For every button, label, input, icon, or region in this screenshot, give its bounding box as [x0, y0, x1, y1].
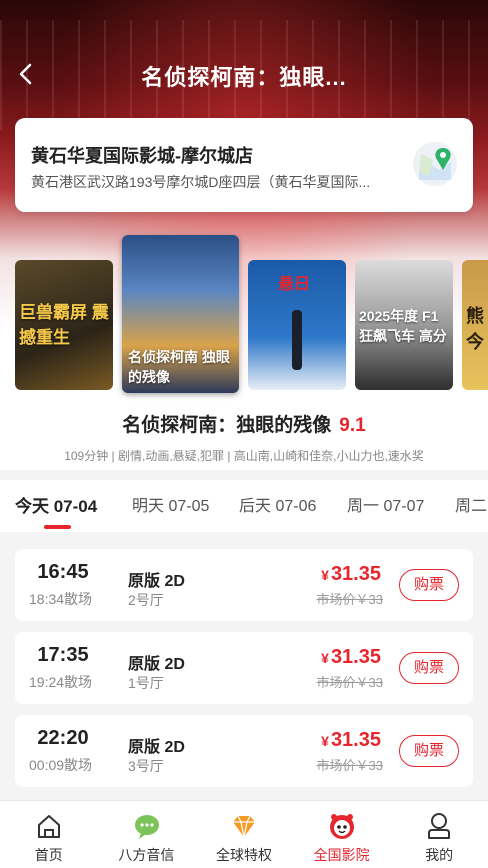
cinema-mascot-icon: [329, 814, 354, 839]
hall: 3号厅: [128, 758, 164, 774]
nav-privileges[interactable]: 全球特权: [195, 801, 293, 868]
nav-messages[interactable]: 八方音信: [98, 801, 196, 868]
buy-ticket-button[interactable]: 购票: [399, 735, 459, 767]
market-price: 市场价￥33: [316, 592, 383, 607]
poster-3[interactable]: 悬日: [248, 260, 346, 390]
nav-profile[interactable]: 我的: [390, 801, 488, 868]
price: ¥31.35: [321, 729, 381, 751]
tab-tuesday[interactable]: 周二: [455, 492, 487, 516]
tab-day-after[interactable]: 后天 07-06: [239, 492, 316, 516]
hall: 1号厅: [128, 675, 164, 691]
cinema-card[interactable]: 黄石华夏国际影城-摩尔城店 黄石港区武汉路193号摩尔城D座四层（黄石华夏国际.…: [15, 118, 473, 212]
tab-monday[interactable]: 周一 07-07: [347, 492, 424, 516]
cinema-name: 黄石华夏国际影城-摩尔城店: [31, 146, 253, 166]
movie-title: 名侦探柯南：独眼的残像: [122, 415, 332, 436]
map-pin-icon[interactable]: [413, 142, 457, 186]
showtime-row[interactable]: 22:20 00:09散场 原版 2D 3号厅 ¥31.35 市场价￥33 购票: [15, 715, 473, 787]
poster-carousel[interactable]: 巨兽霸屏 震撼重生 名侦探柯南 独眼的残像 悬日 2025年度 F1 狂飙飞车 …: [0, 232, 488, 397]
poster-caption: 悬日: [278, 276, 311, 293]
showtime-row[interactable]: 17:35 19:24散场 原版 2D 1号厅 ¥31.35 市场价￥33 购票: [15, 632, 473, 704]
nav-label: 全球特权: [215, 847, 272, 863]
back-icon[interactable]: [12, 60, 40, 88]
diamond-icon: [233, 815, 256, 838]
date-tabs: 今天 07-04 明天 07-05 后天 07-06 周一 07-07 周二: [0, 480, 488, 532]
poster-caption: 名侦探柯南 独眼的残像: [128, 349, 230, 385]
poster-5[interactable]: 熊 今: [462, 260, 488, 390]
hall: 2号厅: [128, 592, 164, 608]
top-bar: 名侦探柯南：独眼...: [0, 50, 488, 100]
poster-caption: 2025年度 F1 狂飙飞车 高分: [359, 308, 447, 344]
home-icon: [38, 815, 60, 838]
poster-4[interactable]: 2025年度 F1 狂飙飞车 高分: [355, 260, 453, 390]
buy-ticket-button[interactable]: 购票: [399, 652, 459, 684]
movie-info: 名侦探柯南：独眼的残像 9.1 109分钟 | 剧情,动画,悬疑,犯罪 | 高山南…: [0, 410, 488, 464]
movie-score: 9.1: [339, 415, 366, 436]
price: ¥31.35: [321, 563, 381, 585]
nav-label: 八方音信: [118, 847, 175, 863]
end-time: 19:24散场: [29, 674, 93, 690]
cinema-address: 黄石港区武汉路193号摩尔城D座四层（黄石华夏国际...: [31, 174, 371, 190]
nav-home[interactable]: 首页: [0, 801, 98, 868]
nav-label: 全国影院: [313, 847, 370, 863]
page-title: 名侦探柯南：独眼...: [141, 65, 347, 90]
nav-label: 我的: [425, 847, 454, 863]
showtime-list: 16:45 18:34散场 原版 2D 2号厅 ¥31.35 市场价￥33 购票…: [0, 532, 488, 800]
end-time: 18:34散场: [29, 591, 93, 607]
poster-caption: 熊 今: [466, 306, 484, 352]
tab-today[interactable]: 今天 07-04: [15, 492, 97, 517]
poster-caption: 巨兽霸屏 震撼重生: [19, 303, 109, 347]
bottom-nav: 首页 八方音信 全球特权 全国影院 我的: [0, 800, 488, 868]
profile-icon: [428, 813, 451, 839]
poster-2-selected[interactable]: 名侦探柯南 独眼的残像: [122, 235, 239, 393]
start-time: 17:35: [37, 644, 89, 666]
chat-icon: [134, 815, 159, 839]
poster-figure: [292, 310, 302, 370]
nav-label: 首页: [34, 847, 63, 863]
version: 原版 2D: [128, 573, 185, 590]
nav-cinemas[interactable]: 全国影院: [293, 801, 391, 868]
tab-tomorrow[interactable]: 明天 07-05: [132, 492, 209, 516]
end-time: 00:09散场: [29, 757, 93, 773]
market-price: 市场价￥33: [316, 758, 383, 773]
poster-1[interactable]: 巨兽霸屏 震撼重生: [15, 260, 113, 390]
tab-underline: [44, 525, 71, 529]
start-time: 22:20: [37, 727, 89, 749]
buy-ticket-button[interactable]: 购票: [399, 569, 459, 601]
version: 原版 2D: [128, 656, 185, 673]
showtime-row[interactable]: 16:45 18:34散场 原版 2D 2号厅 ¥31.35 市场价￥33 购票: [15, 549, 473, 621]
movie-meta: 109分钟 | 剧情,动画,悬疑,犯罪 | 高山南,山崎和佳奈,小山力也,速水奖: [64, 449, 424, 463]
version: 原版 2D: [128, 739, 185, 756]
price: ¥31.35: [321, 646, 381, 668]
market-price: 市场价￥33: [316, 675, 383, 690]
start-time: 16:45: [37, 561, 89, 583]
